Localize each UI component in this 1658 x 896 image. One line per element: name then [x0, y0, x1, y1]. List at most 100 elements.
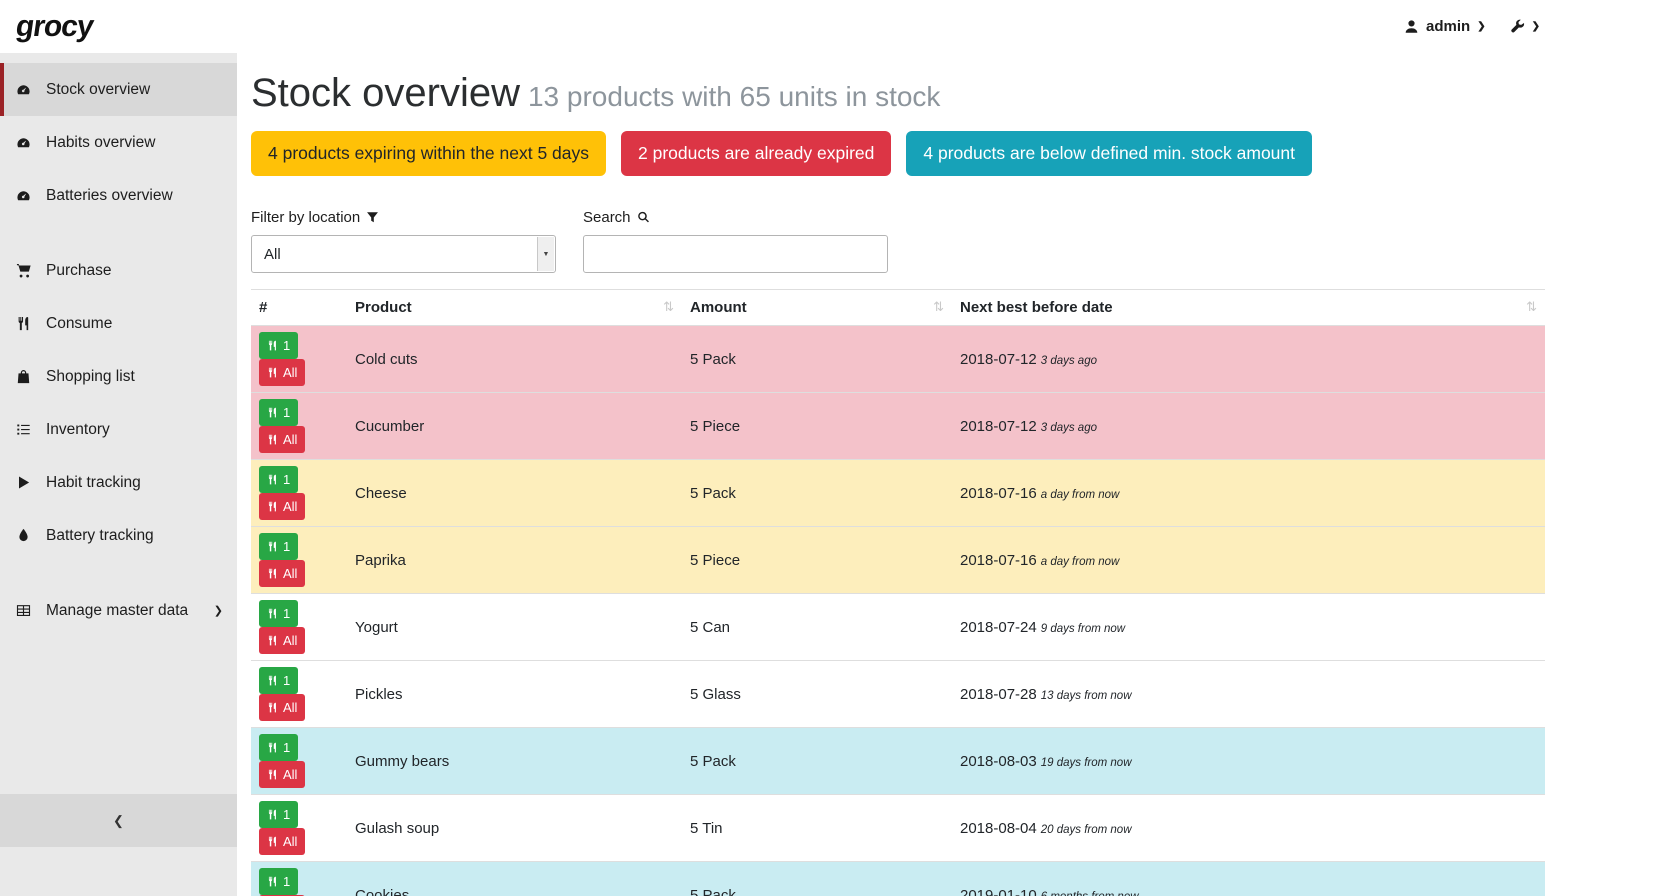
table-row: 1 All Gummy bears 5 Pack 2018-08-0319 da…: [251, 728, 1545, 795]
top-bar-menus: admin ❯ ❯: [1404, 18, 1540, 35]
sidebar-item-label: Batteries overview: [46, 187, 173, 205]
utensils-icon: [267, 434, 278, 445]
utensils-icon: [267, 836, 278, 847]
sidebar-nav: Stock overview ❯ Habits overview ❯ Batte…: [0, 53, 237, 637]
sort-icon[interactable]: ⇅: [663, 299, 674, 315]
sidebar-item-label: Habits overview: [46, 134, 155, 152]
column-header-best-before[interactable]: Next best before date ⇅: [952, 290, 1545, 326]
sidebar-item-manage-master-data[interactable]: Manage master data ❯: [0, 584, 237, 637]
expired-badge[interactable]: 2 products are already expired: [621, 131, 891, 176]
consume-all-button[interactable]: All: [259, 694, 305, 721]
consume-all-button[interactable]: All: [259, 426, 305, 453]
status-badges: 4 products expiring within the next 5 da…: [251, 131, 1545, 176]
consume-all-button[interactable]: All: [259, 560, 305, 587]
sidebar-item-label: Battery tracking: [46, 527, 154, 545]
sidebar-item-habits-overview[interactable]: Habits overview ❯: [0, 116, 237, 169]
consume-one-button[interactable]: 1: [259, 466, 298, 493]
product-name: Gummy bears: [347, 728, 682, 795]
sidebar-item-habit-tracking[interactable]: Habit tracking ❯: [0, 456, 237, 509]
sidebar-item-label: Shopping list: [46, 368, 135, 386]
sidebar-item-purchase[interactable]: Purchase ❯: [0, 244, 237, 297]
row-actions: 1 All: [251, 661, 347, 728]
consume-all-button[interactable]: All: [259, 828, 305, 855]
top-bar: grocy admin ❯ ❯: [0, 0, 1658, 53]
amount: 5 Pack: [682, 326, 952, 393]
utensils-icon: [267, 809, 278, 820]
consume-one-button[interactable]: 1: [259, 734, 298, 761]
consume-one-button[interactable]: 1: [259, 399, 298, 426]
amount: 5 Piece: [682, 527, 952, 594]
sort-icon[interactable]: ⇅: [1526, 299, 1537, 315]
search-input[interactable]: [583, 235, 888, 273]
product-name: Cheese: [347, 460, 682, 527]
chevron-down-icon: ▼: [537, 237, 554, 271]
filter-icon: [366, 211, 379, 224]
utensils-icon: [267, 474, 278, 485]
amount: 5 Can: [682, 594, 952, 661]
product-name: Yogurt: [347, 594, 682, 661]
column-header-index: #: [251, 290, 347, 326]
sidebar-item-stock-overview[interactable]: Stock overview ❯: [0, 63, 237, 116]
table-row: 1 All Cold cuts 5 Pack 2018-07-123 days …: [251, 326, 1545, 393]
row-actions: 1 All: [251, 326, 347, 393]
sidebar-item-label: Purchase: [46, 262, 111, 280]
bag-icon: [16, 369, 40, 384]
consume-all-button[interactable]: All: [259, 359, 305, 386]
consume-one-button[interactable]: 1: [259, 667, 298, 694]
table-row: 1 All Cookies 5 Pack 2019-01-106 months …: [251, 862, 1545, 896]
sidebar-item-batteries-overview[interactable]: Batteries overview ❯: [0, 169, 237, 222]
cart-icon: [16, 263, 40, 278]
location-select[interactable]: All ▼: [251, 235, 556, 273]
utensils-icon: [267, 608, 278, 619]
consume-one-button[interactable]: 1: [259, 868, 298, 895]
row-actions: 1 All: [251, 795, 347, 862]
location-select-value: All: [264, 246, 281, 263]
search-filter: Search: [583, 209, 888, 273]
product-name: Paprika: [347, 527, 682, 594]
sort-icon[interactable]: ⇅: [933, 299, 944, 315]
page-title: Stock overview13 products with 65 units …: [251, 71, 1545, 115]
column-header-product[interactable]: Product ⇅: [347, 290, 682, 326]
user-menu[interactable]: admin ❯: [1404, 18, 1486, 35]
row-actions: 1 All: [251, 460, 347, 527]
consume-all-button[interactable]: All: [259, 627, 305, 654]
amount: 5 Piece: [682, 393, 952, 460]
filter-by-location-label: Filter by location: [251, 209, 556, 226]
location-filter: Filter by location All ▼: [251, 209, 556, 273]
app-logo[interactable]: grocy: [14, 10, 95, 44]
utensils-icon: [267, 675, 278, 686]
column-header-amount[interactable]: Amount ⇅: [682, 290, 952, 326]
best-before-date: 2018-07-16a day from now: [952, 527, 1545, 594]
utensils-icon: [267, 769, 278, 780]
sidebar-item-shopping-list[interactable]: Shopping list ❯: [0, 350, 237, 403]
row-actions: 1 All: [251, 527, 347, 594]
sidebar-item-inventory[interactable]: Inventory ❯: [0, 403, 237, 456]
sidebar-item-label: Inventory: [46, 421, 110, 439]
consume-all-button[interactable]: All: [259, 493, 305, 520]
sidebar-collapse-button[interactable]: ❮: [0, 794, 237, 847]
expiring-soon-badge[interactable]: 4 products expiring within the next 5 da…: [251, 131, 606, 176]
best-before-date: 2018-07-123 days ago: [952, 326, 1545, 393]
table-row: 1 All Pickles 5 Glass 2018-07-2813 days …: [251, 661, 1545, 728]
table-row: 1 All Gulash soup 5 Tin 2018-08-0420 day…: [251, 795, 1545, 862]
sidebar-item-battery-tracking[interactable]: Battery tracking ❯: [0, 509, 237, 562]
list-icon: [16, 422, 40, 437]
sidebar-item-label: Consume: [46, 315, 112, 333]
sidebar-item-consume[interactable]: Consume ❯: [0, 297, 237, 350]
settings-menu[interactable]: ❯: [1510, 19, 1540, 34]
amount: 5 Glass: [682, 661, 952, 728]
amount: 5 Tin: [682, 795, 952, 862]
below-min-stock-badge[interactable]: 4 products are below defined min. stock …: [906, 131, 1312, 176]
row-actions: 1 All: [251, 594, 347, 661]
consume-one-button[interactable]: 1: [259, 801, 298, 828]
consume-one-button[interactable]: 1: [259, 332, 298, 359]
best-before-date: 2018-08-0420 days from now: [952, 795, 1545, 862]
chevron-left-icon: ❮: [113, 813, 124, 829]
sidebar: Stock overview ❯ Habits overview ❯ Batte…: [0, 53, 237, 896]
consume-all-button[interactable]: All: [259, 761, 305, 788]
utensils-icon: [267, 367, 278, 378]
consume-one-button[interactable]: 1: [259, 533, 298, 560]
product-name: Cucumber: [347, 393, 682, 460]
user-icon: [1404, 19, 1419, 34]
consume-one-button[interactable]: 1: [259, 600, 298, 627]
